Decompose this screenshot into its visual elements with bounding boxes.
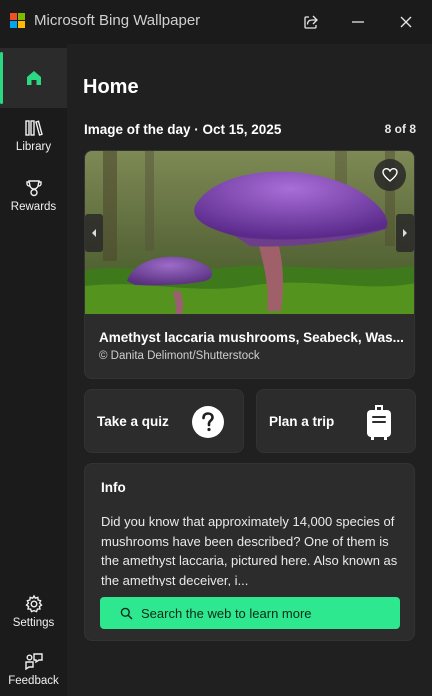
sidebar-item-settings[interactable]: Settings — [0, 594, 67, 629]
trophy-icon — [25, 180, 42, 197]
take-quiz-label: Take a quiz — [97, 414, 169, 429]
home-icon — [26, 71, 41, 85]
luggage-icon — [367, 405, 391, 440]
sidebar-item-library[interactable]: Library — [0, 118, 67, 153]
sidebar: Library Rewards Settings Feedback — [0, 44, 67, 696]
gear-icon — [24, 594, 43, 613]
info-title: Info — [101, 480, 126, 495]
share-button[interactable] — [296, 8, 326, 36]
sidebar-item-feedback[interactable]: Feedback — [0, 652, 67, 687]
heart-icon — [382, 167, 398, 182]
previous-image-button[interactable] — [85, 214, 103, 252]
image-title: Amethyst laccaria mushrooms, Seabeck, Wa… — [99, 330, 404, 345]
close-button[interactable] — [391, 8, 421, 36]
next-image-button[interactable] — [396, 214, 414, 252]
close-icon — [400, 16, 412, 28]
info-body: Did you know that approximately 14,000 s… — [101, 514, 398, 586]
minimize-button[interactable] — [343, 8, 373, 36]
search-web-button[interactable]: Search the web to learn more — [100, 597, 400, 629]
sidebar-item-label: Library — [15, 141, 52, 153]
wallpaper-image[interactable] — [85, 151, 415, 314]
sidebar-item-label: Rewards — [10, 201, 57, 213]
minimize-icon — [352, 21, 364, 23]
favorite-button[interactable] — [374, 159, 406, 191]
active-indicator — [0, 52, 3, 104]
chevron-left-icon — [92, 229, 96, 237]
take-quiz-button[interactable]: Take a quiz — [84, 389, 244, 453]
info-card: Info Did you know that approximately 14,… — [84, 463, 415, 641]
sidebar-item-rewards[interactable]: Rewards — [0, 178, 67, 213]
image-counter: 8 of 8 — [384, 122, 416, 136]
sidebar-item-label: Settings — [12, 617, 55, 629]
sidebar-item-label: Feedback — [8, 675, 59, 687]
image-of-the-day-card[interactable]: Amethyst laccaria mushrooms, Seabeck, Wa… — [84, 150, 415, 379]
title-bar: Microsoft Bing Wallpaper — [0, 0, 432, 44]
image-of-the-day-label: Image of the day · Oct 15, 2025 — [84, 122, 282, 137]
image-credit: © Danita Delimont/Shutterstock — [99, 350, 260, 362]
feedback-icon — [24, 653, 43, 671]
main-content: Home Image of the day · Oct 15, 2025 8 o… — [67, 44, 432, 696]
search-web-label: Search the web to learn more — [141, 605, 312, 621]
question-icon — [192, 406, 224, 438]
search-icon — [120, 607, 133, 619]
sidebar-item-home[interactable] — [0, 48, 67, 108]
microsoft-logo — [10, 13, 26, 29]
app-title: Microsoft Bing Wallpaper — [34, 12, 201, 29]
share-icon — [304, 15, 318, 29]
chevron-right-icon — [403, 229, 407, 237]
library-icon — [24, 120, 43, 136]
plan-trip-label: Plan a trip — [269, 414, 335, 429]
plan-trip-button[interactable]: Plan a trip — [256, 389, 416, 453]
page-title: Home — [83, 76, 139, 98]
